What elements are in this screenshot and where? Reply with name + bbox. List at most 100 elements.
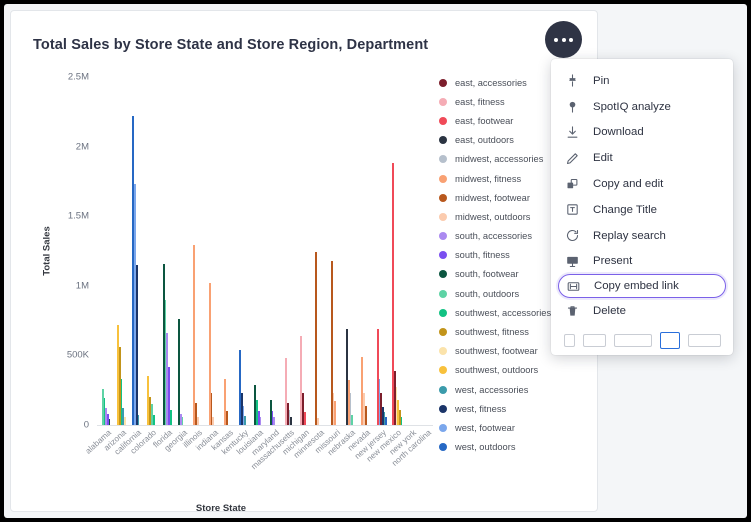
- bar[interactable]: [330, 261, 333, 425]
- trash-icon: [564, 303, 581, 320]
- menu-item-copy-and-edit[interactable]: Copy and edit: [551, 171, 733, 197]
- menu-item-delete[interactable]: Delete: [551, 298, 733, 324]
- bar[interactable]: [351, 415, 354, 425]
- bar[interactable]: [376, 328, 379, 425]
- bar[interactable]: [244, 415, 247, 425]
- bar[interactable]: [334, 401, 337, 425]
- legend-item-label: southwest, outdoors: [455, 365, 539, 376]
- x-axis-title: Store State: [195, 503, 247, 512]
- bar[interactable]: [290, 416, 292, 425]
- bar[interactable]: [269, 399, 272, 425]
- bar[interactable]: [147, 376, 150, 425]
- bar[interactable]: [391, 163, 394, 425]
- download-icon: [564, 124, 581, 141]
- menu-item-edit[interactable]: Edit: [551, 145, 733, 171]
- bar[interactable]: [105, 408, 108, 425]
- bar[interactable]: [242, 405, 245, 425]
- bar[interactable]: [150, 404, 153, 425]
- bar[interactable]: [123, 416, 126, 425]
- bar[interactable]: [273, 416, 276, 425]
- bar[interactable]: [181, 416, 184, 425]
- skeleton-box[interactable]: [564, 334, 575, 348]
- bar[interactable]: [361, 356, 364, 425]
- skeleton-box[interactable]: [687, 334, 721, 348]
- legend-item[interactable]: west, fitness: [439, 399, 589, 418]
- bar[interactable]: [254, 384, 257, 425]
- present-icon: [564, 253, 581, 270]
- skeleton-box-active[interactable]: [660, 332, 680, 350]
- bar[interactable]: [240, 392, 243, 425]
- bar[interactable]: [383, 412, 386, 425]
- bar[interactable]: [223, 379, 226, 425]
- bar[interactable]: [193, 245, 196, 425]
- bar[interactable]: [225, 411, 228, 425]
- legend-item-label: west, fitness: [455, 403, 507, 414]
- bar[interactable]: [400, 416, 403, 425]
- bar[interactable]: [194, 402, 197, 425]
- legend-color-swatch: [439, 136, 447, 145]
- bar[interactable]: [133, 184, 136, 425]
- menu-item-present[interactable]: Present: [551, 249, 733, 275]
- bar[interactable]: [135, 264, 138, 425]
- bar[interactable]: [106, 413, 109, 425]
- bar[interactable]: [300, 335, 303, 425]
- bar[interactable]: [362, 392, 365, 425]
- legend-color-swatch: [439, 404, 447, 413]
- bar[interactable]: [178, 319, 180, 425]
- bar[interactable]: [211, 416, 214, 425]
- bar[interactable]: [349, 392, 352, 425]
- bar[interactable]: [116, 324, 119, 425]
- bar[interactable]: [284, 358, 287, 425]
- bar[interactable]: [120, 379, 123, 425]
- replay-icon: [564, 227, 581, 244]
- bar[interactable]: [103, 397, 106, 425]
- bar[interactable]: [164, 299, 167, 425]
- bar[interactable]: [259, 416, 262, 425]
- bar[interactable]: [196, 416, 199, 425]
- bar[interactable]: [398, 409, 401, 425]
- bar[interactable]: [152, 415, 155, 425]
- legend-item[interactable]: west, footwear: [439, 418, 589, 437]
- bar[interactable]: [132, 115, 135, 425]
- bar[interactable]: [122, 408, 124, 425]
- bar[interactable]: [381, 406, 384, 425]
- bar[interactable]: [378, 379, 381, 425]
- menu-item-pin[interactable]: Pin: [551, 68, 733, 94]
- bar[interactable]: [364, 405, 367, 425]
- bar[interactable]: [346, 328, 348, 425]
- menu-item-replay-search[interactable]: Replay search: [551, 223, 733, 249]
- bar[interactable]: [239, 349, 242, 425]
- legend-item[interactable]: southwest, outdoors: [439, 361, 589, 380]
- legend-color-swatch: [439, 270, 447, 279]
- bar[interactable]: [169, 409, 172, 425]
- legend-item[interactable]: west, outdoors: [439, 438, 589, 457]
- bar[interactable]: [162, 264, 165, 425]
- bar[interactable]: [288, 409, 291, 425]
- bar[interactable]: [393, 370, 396, 425]
- bar[interactable]: [396, 399, 399, 425]
- y-axis-tick: 2M: [75, 141, 89, 153]
- bar[interactable]: [137, 415, 140, 425]
- menu-item-download[interactable]: Download: [551, 120, 733, 146]
- menu-item-copy-embed-link[interactable]: Copy embed link: [558, 274, 726, 299]
- legend-item[interactable]: west, accessories: [439, 380, 589, 399]
- bar[interactable]: [303, 412, 306, 425]
- legend-color-swatch: [439, 212, 447, 221]
- legend-item-label: east, footwear: [455, 115, 514, 126]
- legend-item-label: south, accessories: [455, 231, 532, 242]
- bar[interactable]: [379, 392, 382, 425]
- bar[interactable]: [332, 392, 335, 425]
- more-options-button[interactable]: [545, 21, 582, 58]
- menu-item-spotiq-analyze[interactable]: SpotIQ analyze: [551, 94, 733, 120]
- skeleton-box[interactable]: [582, 334, 606, 348]
- bar[interactable]: [166, 333, 169, 425]
- bar[interactable]: [210, 392, 213, 425]
- bar[interactable]: [256, 399, 259, 425]
- bar[interactable]: [301, 392, 304, 425]
- bar[interactable]: [101, 388, 104, 425]
- bar[interactable]: [208, 283, 211, 425]
- bar[interactable]: [271, 411, 274, 425]
- skeleton-box[interactable]: [613, 334, 653, 348]
- menu-item-change-title[interactable]: Change Title: [551, 197, 733, 223]
- bar[interactable]: [315, 251, 318, 425]
